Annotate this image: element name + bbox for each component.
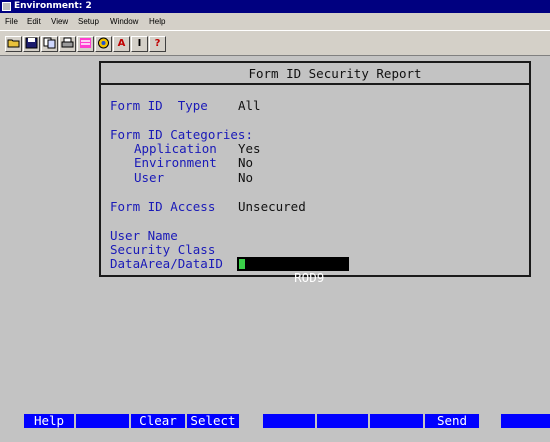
user-label: User bbox=[134, 170, 165, 185]
open-folder-button[interactable] bbox=[5, 36, 22, 52]
dataarea-label: DataArea/DataID bbox=[110, 256, 223, 271]
text-cursor bbox=[239, 259, 245, 269]
settings-button[interactable] bbox=[95, 36, 112, 52]
help-icon: ? bbox=[154, 38, 161, 49]
text-cursor-button[interactable]: I bbox=[131, 36, 148, 52]
app-icon[interactable] bbox=[2, 2, 11, 11]
function-key-bar: Help Clear Select Send bbox=[0, 414, 550, 428]
environment-label: Environment bbox=[134, 155, 217, 170]
user-value[interactable]: No bbox=[238, 171, 253, 185]
menu-file[interactable]: File bbox=[4, 13, 19, 30]
copy-icon bbox=[43, 37, 56, 49]
f7-key[interactable] bbox=[370, 414, 423, 428]
form-id-access-label: Form ID Access bbox=[110, 199, 216, 214]
text-cursor-icon: I bbox=[137, 38, 142, 49]
security-class-label: Security Class bbox=[110, 242, 216, 257]
menu-setup[interactable]: Setup bbox=[77, 13, 100, 30]
environment-value[interactable]: No bbox=[238, 156, 253, 170]
copy-button[interactable] bbox=[41, 36, 58, 52]
menu-help[interactable]: Help bbox=[148, 13, 166, 30]
terminal-screen: Form ID Security Report Form ID Type All… bbox=[0, 56, 550, 442]
f5-key[interactable] bbox=[263, 414, 315, 428]
categories-label: Form ID Categories: bbox=[110, 127, 253, 142]
toolbar: A I ? bbox=[0, 30, 550, 56]
security-report-panel: Form ID Security Report Form ID Type All… bbox=[99, 61, 531, 285]
form-id-type-value[interactable]: All bbox=[238, 99, 261, 113]
f2-key[interactable] bbox=[76, 414, 129, 428]
window-title-bar: Environment: 2 bbox=[0, 0, 550, 13]
color-palette-icon bbox=[80, 38, 91, 48]
font-button[interactable]: A bbox=[113, 36, 130, 52]
settings-wheel-icon bbox=[98, 37, 109, 49]
save-disk-icon bbox=[25, 37, 38, 49]
f1-help-key[interactable]: Help bbox=[24, 414, 74, 428]
user-name-label: User Name bbox=[110, 228, 178, 243]
f6-key[interactable] bbox=[317, 414, 368, 428]
menu-view[interactable]: View bbox=[50, 13, 69, 30]
dataarea-input[interactable]: ROD9 bbox=[237, 257, 349, 285]
form-id-access-value[interactable]: Unsecured bbox=[238, 200, 306, 214]
report-title: Form ID Security Report bbox=[101, 63, 529, 85]
f4-select-key[interactable]: Select bbox=[187, 414, 239, 428]
help-button[interactable]: ? bbox=[149, 36, 166, 52]
print-button[interactable] bbox=[59, 36, 76, 52]
save-button[interactable] bbox=[23, 36, 40, 52]
print-icon bbox=[61, 37, 74, 48]
application-value[interactable]: Yes bbox=[238, 142, 261, 156]
window-title: Environment: 2 bbox=[14, 1, 92, 11]
f8-send-key[interactable]: Send bbox=[425, 414, 479, 428]
f3-clear-key[interactable]: Clear bbox=[131, 414, 185, 428]
menu-window[interactable]: Window bbox=[109, 13, 139, 30]
font-icon: A bbox=[117, 38, 126, 49]
color-palette-button[interactable] bbox=[77, 36, 94, 52]
menu-edit[interactable]: Edit bbox=[26, 13, 42, 30]
application-label: Application bbox=[134, 141, 217, 156]
f9-key[interactable] bbox=[501, 414, 550, 428]
form-id-type-label: Form ID Type bbox=[110, 98, 208, 113]
open-folder-icon bbox=[7, 39, 20, 48]
menu-bar: File Edit View Setup Window Help bbox=[0, 13, 550, 30]
dataarea-value: ROD9 bbox=[294, 270, 325, 285]
